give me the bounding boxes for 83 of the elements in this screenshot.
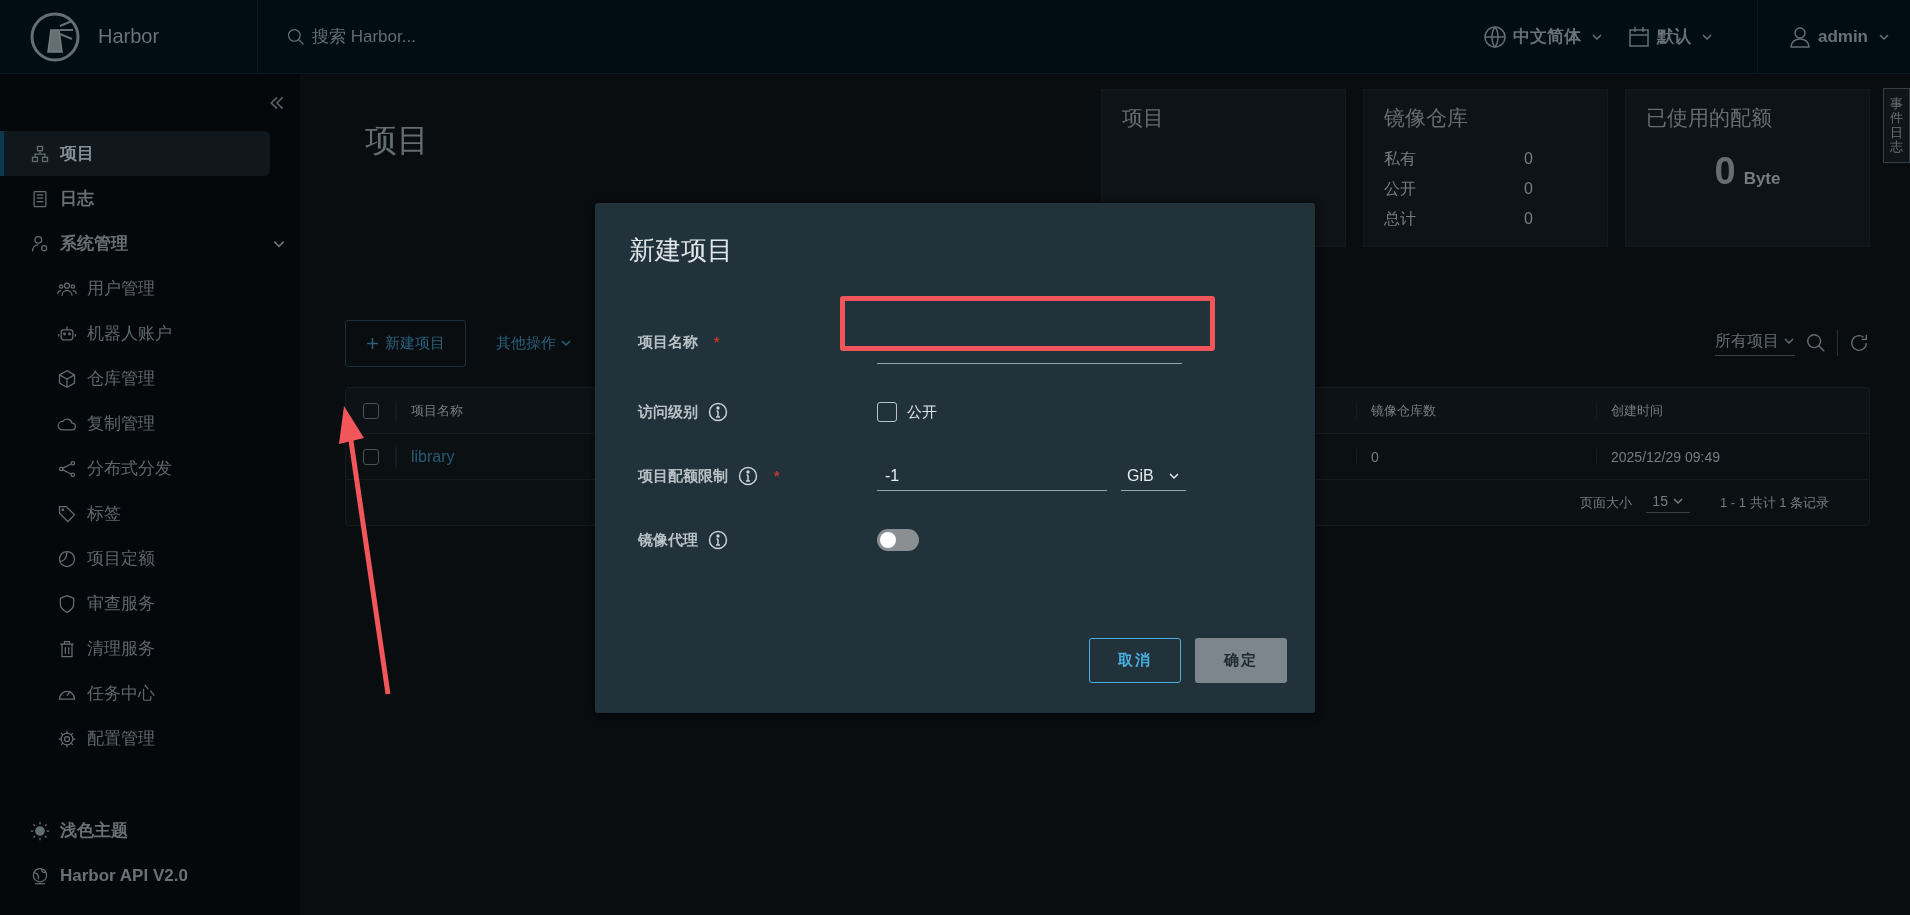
trash-icon: [57, 638, 77, 659]
stat-label: 公开: [1384, 178, 1417, 199]
column-header: 创建时间: [1596, 401, 1869, 420]
nav-item[interactable]: 用户管理: [0, 266, 300, 311]
stat-label: 私有: [1384, 148, 1417, 169]
unit-dropdown[interactable]: GiB: [1121, 461, 1186, 491]
hierarchy-icon: [30, 143, 50, 164]
nav-item[interactable]: 审查服务: [0, 581, 300, 626]
project-filter-dropdown[interactable]: 所有项目: [1715, 330, 1795, 356]
nav-item[interactable]: 标签: [0, 491, 300, 536]
calendar-icon: [1626, 24, 1651, 49]
table-cell: 2025/12/29 09:49: [1596, 448, 1869, 465]
language-menu[interactable]: 中文简体: [1482, 24, 1603, 49]
page-size-label: 页面大小: [1580, 493, 1633, 512]
search-icon[interactable]: [1805, 332, 1827, 354]
nav-item[interactable]: 复制管理: [0, 401, 300, 446]
row-checkbox[interactable]: [362, 448, 379, 465]
pie-chart-icon: [57, 548, 77, 569]
gear-icon: [57, 728, 77, 749]
stat-value: 0: [1524, 150, 1533, 168]
public-checkbox[interactable]: [877, 402, 897, 422]
globe-icon: [1482, 24, 1507, 49]
nav-item[interactable]: 项目定额: [0, 536, 300, 581]
field-label: 访问级别: [638, 402, 698, 422]
nav-item[interactable]: 系统管理: [0, 221, 300, 266]
brand-name: Harbor: [98, 25, 160, 48]
info-icon[interactable]: [708, 530, 728, 550]
card-title: 镜像仓库: [1384, 105, 1469, 131]
nav-item[interactable]: 配置管理: [0, 716, 300, 761]
nav-item[interactable]: 仓库管理: [0, 356, 300, 401]
globe-icon: [30, 865, 50, 886]
dialog-title: 新建项目: [629, 234, 734, 267]
page-title: 项目: [365, 121, 429, 160]
stat-label: 总计: [1384, 208, 1417, 229]
caret-icon: [560, 337, 572, 349]
info-icon[interactable]: [738, 466, 758, 486]
proxy-toggle[interactable]: [877, 529, 919, 551]
nav-item[interactable]: 浅色主题: [0, 808, 300, 853]
user-menu[interactable]: admin: [1756, 0, 1890, 73]
user-icon: [1787, 24, 1812, 49]
stat-value: 0: [1524, 210, 1533, 228]
column-header: 镜像仓库数: [1356, 401, 1596, 420]
page-size-dropdown[interactable]: 15: [1646, 492, 1690, 513]
appearance-menu[interactable]: 默认: [1626, 24, 1713, 49]
table-cell: 0: [1356, 448, 1596, 465]
required-mark: *: [714, 334, 720, 350]
select-all-checkbox[interactable]: [362, 402, 379, 419]
refresh-icon[interactable]: [1848, 332, 1870, 354]
nav-item[interactable]: 清理服务: [0, 626, 300, 671]
nav-item[interactable]: 机器人账户: [0, 311, 300, 356]
info-icon[interactable]: [708, 402, 728, 422]
nav-item[interactable]: 分布式分发: [0, 446, 300, 491]
sun-icon: [30, 820, 50, 841]
share-icon: [57, 458, 77, 479]
shield-icon: [57, 593, 77, 614]
nav-item[interactable]: 项目: [0, 131, 270, 176]
user-gear-icon: [30, 233, 50, 254]
card-title: 项目: [1122, 105, 1165, 131]
more-actions-menu[interactable]: 其他操作: [496, 333, 572, 353]
field-label: 项目名称: [638, 332, 698, 352]
quota-input[interactable]: -1: [877, 461, 1107, 491]
checkbox-label: 公开: [907, 402, 937, 422]
tag-icon: [57, 503, 77, 524]
quota-amount: 0: [1714, 150, 1736, 192]
new-project-button[interactable]: 新建项目: [345, 319, 466, 367]
search-field[interactable]: 搜索 Harbor...: [286, 25, 514, 48]
search-icon: [286, 26, 306, 47]
nav-item[interactable]: 任务中心: [0, 671, 300, 716]
cancel-button[interactable]: 取消: [1089, 638, 1181, 683]
caret-icon: [1783, 335, 1795, 347]
field-label: 项目配额限制: [638, 466, 728, 486]
required-mark: *: [774, 468, 780, 484]
nav-item[interactable]: 日志: [0, 176, 300, 221]
quota-unit: Byte: [1743, 169, 1781, 188]
card-title: 已使用的配额: [1646, 105, 1773, 131]
field-label: 镜像代理: [638, 530, 698, 550]
event-log-tab[interactable]: 事件日志: [1883, 88, 1910, 164]
cube-icon: [57, 368, 77, 389]
pagination-summary: 1 - 1 共计 1 条记录: [1719, 493, 1829, 512]
lighthouse-logo-icon[interactable]: [30, 11, 80, 62]
stat-value: 0: [1524, 180, 1533, 198]
plus-icon: [366, 336, 379, 350]
nav-item[interactable]: Harbor API V2.0: [0, 853, 300, 898]
